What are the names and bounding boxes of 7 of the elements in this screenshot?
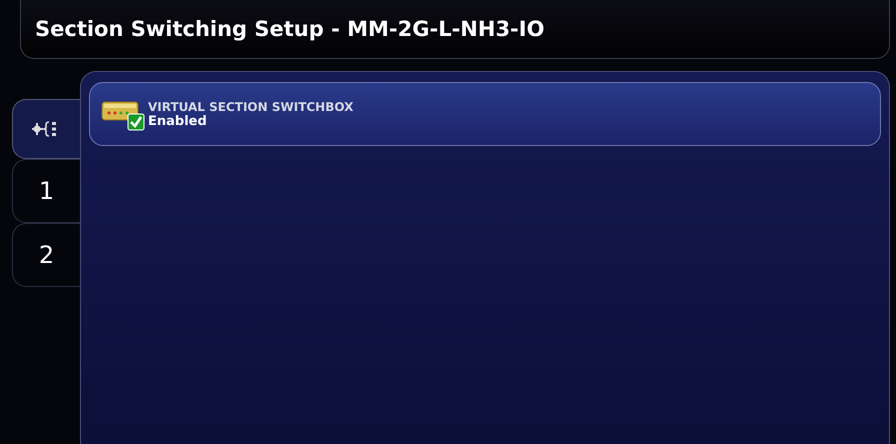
tab[interactable]: 1: [12, 159, 80, 223]
tab[interactable]: 2: [12, 223, 80, 287]
tab[interactable]: [12, 99, 80, 159]
item-status: Enabled: [148, 114, 208, 128]
list-item[interactable]: VIRTUAL SECTION SWITCHBOX Enabled: [89, 82, 881, 146]
window-title: Section Switching Setup - MM-2G-L-NH3-IO: [35, 17, 544, 41]
item-title: VIRTUAL SECTION SWITCHBOX: [148, 100, 354, 114]
